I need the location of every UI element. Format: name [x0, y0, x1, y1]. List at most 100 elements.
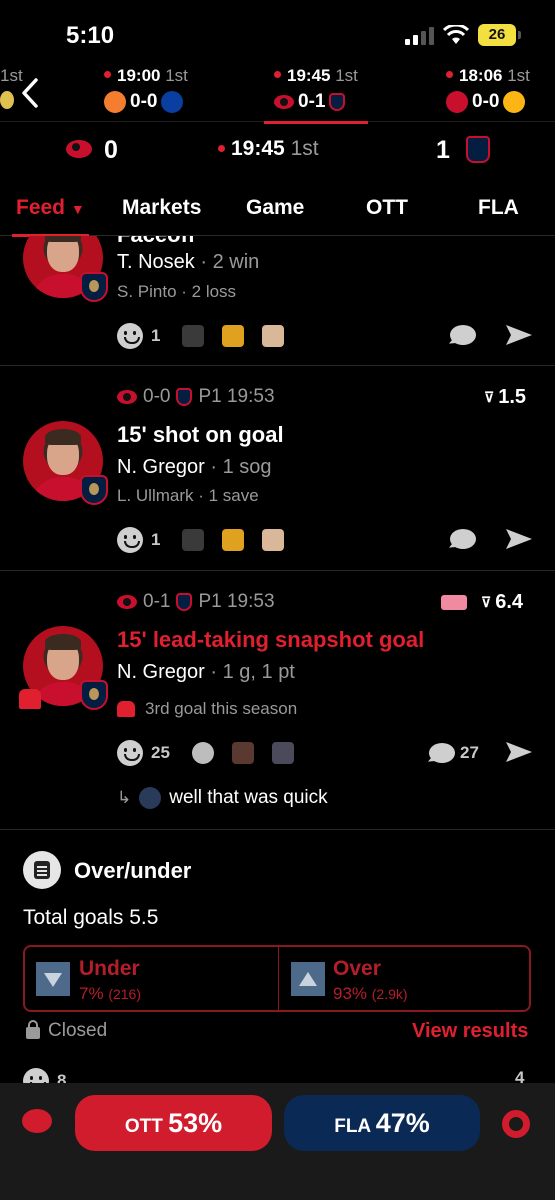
player-name: T. Nosek: [117, 251, 195, 273]
event-odds: ⊽ 1.5: [484, 386, 526, 409]
reactions[interactable]: 25: [117, 740, 294, 766]
reactions[interactable]: 1: [117, 527, 285, 553]
reaction-avatar: [182, 529, 205, 551]
game-item-det-pit[interactable]: 18:06 1st 0-0: [446, 66, 530, 118]
fla-vote-button[interactable]: FLA 47%: [284, 1095, 480, 1151]
reactions[interactable]: 1: [117, 323, 285, 349]
down-arrow-icon: [36, 962, 70, 996]
comment-icon[interactable]: [450, 529, 476, 549]
wifi-icon: [443, 25, 469, 44]
games-strip[interactable]: 1st 19:00 1st 0-0 19:45 1st 0-1 18:06 1s…: [0, 62, 555, 124]
poll-status-text: Closed: [48, 1020, 108, 1041]
smile-reaction-icon[interactable]: [117, 323, 143, 349]
live-dot: [446, 71, 453, 78]
reaction-avatar: [222, 529, 245, 551]
event-score: 0-0: [143, 386, 171, 407]
tab-markets[interactable]: Markets: [122, 196, 201, 220]
event-meta: 0-1 P1 19:53: [117, 591, 275, 613]
back-chevron-icon[interactable]: [18, 76, 42, 110]
game-clock: 19:45 1st: [218, 137, 319, 161]
tab-feed[interactable]: Feed ▼: [12, 196, 89, 237]
ott-pct: 53%: [168, 1108, 223, 1138]
game-score: 0-0: [130, 91, 158, 112]
share-send-icon[interactable]: [505, 741, 533, 763]
odds-value: 1.5: [498, 386, 527, 408]
tab-fla[interactable]: FLA: [478, 196, 519, 220]
player-stat: · 2 win: [200, 251, 260, 273]
event-note: 3rd goal this season: [117, 699, 297, 719]
away-score: 1: [436, 136, 450, 164]
poll-status: Closed: [26, 1020, 107, 1042]
comment-icon[interactable]: [450, 325, 476, 345]
gear-icon[interactable]: [502, 1110, 530, 1138]
islanders-logo-icon: [104, 91, 126, 113]
event-primary-player: N. Gregor · 1 sog: [117, 456, 272, 479]
player-name: N. Gregor: [117, 456, 205, 478]
live-dot: [274, 71, 281, 78]
ticket-icon: [441, 595, 467, 610]
home-score: 0: [104, 136, 118, 164]
ott-vote-button[interactable]: OTT 53%: [75, 1095, 272, 1151]
event-secondary-player: L. Ullmark · 1 save: [117, 486, 259, 505]
top-reply[interactable]: ↳ well that was quick: [117, 787, 328, 809]
event-time: P1 19:53: [198, 386, 275, 407]
reaction-count: 1: [151, 326, 161, 345]
chat-icon[interactable]: [22, 1109, 52, 1133]
feed-card-shot[interactable]: 0-0 P1 19:53 ⊽ 1.5 15' shot on goal N. Gr…: [0, 366, 555, 571]
tab-ott[interactable]: OTT: [366, 196, 408, 220]
status-bar: 5:10 26: [0, 0, 555, 62]
feed-card-faceoff[interactable]: Faceoff T. Nosek · 2 win S. Pinto · 2 lo…: [0, 236, 555, 366]
over-option-label: Over: [333, 957, 381, 980]
over-option-result: 93% (2.9k): [333, 984, 408, 1004]
player-stat: · 1 sog: [210, 456, 272, 478]
ott-label: OTT: [124, 1116, 163, 1137]
event-primary-player: N. Gregor · 1 g, 1 pt: [117, 661, 295, 684]
red-wings-logo-icon: [446, 91, 468, 113]
event-note-text: 3rd goal this season: [145, 699, 298, 718]
reaction-count: 25: [151, 743, 170, 762]
comment-icon[interactable]: [429, 743, 455, 763]
event-time: P1 19:53: [198, 591, 275, 612]
reaction-avatar: [182, 325, 205, 347]
share-send-icon[interactable]: [505, 528, 533, 550]
view-results-link[interactable]: View results: [412, 1020, 528, 1043]
reply-text: well that was quick: [169, 787, 328, 808]
odds-arrow-icon: ⊽: [484, 389, 495, 405]
game-item-ott-fla[interactable]: 19:45 1st 0-1: [264, 66, 368, 124]
panthers-logo-icon: [176, 593, 193, 611]
reaction-count: 1: [151, 530, 161, 549]
reaction-avatar: [191, 742, 214, 764]
poll-title: Over/under: [74, 858, 192, 883]
poll-options: Under 7% (216) Over 93% (2.9k): [23, 945, 531, 1012]
scoreboard: 0 19:45 1st 1: [0, 122, 555, 180]
under-option-result: 7% (216): [79, 984, 141, 1004]
live-dot: [218, 145, 225, 152]
panthers-logo-icon: [329, 93, 346, 111]
game-time: 19:00: [117, 66, 161, 85]
game-period: 1st: [335, 66, 358, 85]
odds-arrow-icon: ⊽: [481, 594, 492, 610]
share-send-icon[interactable]: [505, 324, 533, 346]
reaction-avatar: [262, 529, 285, 551]
smile-reaction-icon[interactable]: [117, 740, 143, 766]
clock-period: 1st: [290, 137, 319, 160]
fla-pct: 47%: [375, 1108, 430, 1138]
event-primary-player: T. Nosek · 2 win: [117, 251, 259, 274]
game-item-nyi-buf[interactable]: 19:00 1st 0-0: [104, 66, 188, 118]
event-headline: 15' lead-taking snapshot goal: [117, 627, 425, 652]
cellular-signal-icon: [405, 27, 434, 45]
senators-logo-icon: [274, 95, 294, 109]
game-score: 0-1: [298, 91, 326, 112]
under-count: (216): [108, 986, 141, 1002]
senators-logo-icon: [117, 595, 137, 609]
siren-icon: [19, 689, 41, 709]
player-name: N. Gregor: [117, 661, 205, 683]
feed-card-goal[interactable]: 0-1 P1 19:53 ⊽ 6.4 15' lead-taking snapsh…: [0, 571, 555, 830]
event-meta: 0-0 P1 19:53: [117, 386, 275, 408]
reply-arrow-icon: ↳: [117, 788, 132, 807]
live-dot: [104, 71, 111, 78]
tab-game[interactable]: Game: [246, 196, 304, 220]
smile-reaction-icon[interactable]: [117, 527, 143, 553]
tab-bar: Feed ▼ Markets Game OTT FLA: [0, 180, 555, 237]
game-time: 19:45: [287, 66, 331, 85]
